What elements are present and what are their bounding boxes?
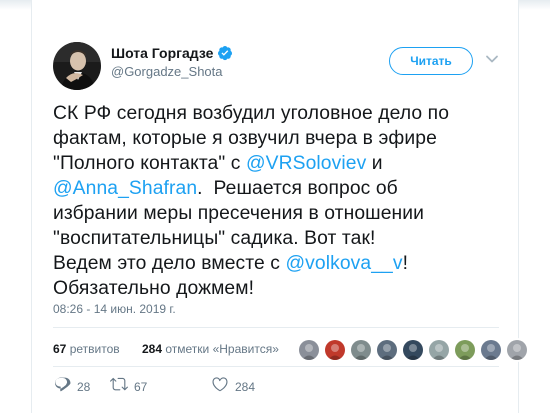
reply-count: 28 [77,379,91,394]
tweet-line: фактам, которые я озвучил вчера в эфире [53,126,505,151]
liker-avatar[interactable] [427,338,451,362]
retweets-count: 67 [53,342,67,356]
retweets-stat[interactable]: 67 ретвитов [53,342,120,356]
verified-badge-icon [217,45,233,61]
tweet-text-segment: СК РФ сегодня возбудил уголовное дело по [53,103,450,124]
liker-avatar[interactable] [349,338,373,362]
avatar[interactable] [53,42,101,90]
heart-icon [211,375,229,398]
likes-count: 284 [142,342,163,356]
author-display-name[interactable]: Шота Горгадзе [111,45,213,61]
tweet-text-segment: ! [402,253,409,274]
tweet-card: Шота Горгадзе @Gorgadze_Shota Читать СК … [31,0,529,413]
retweets-label: ретвитов [69,342,120,356]
retweet-count: 67 [134,379,148,394]
liker-avatar[interactable] [401,338,425,362]
reply-button[interactable]: 28 [53,375,90,398]
liker-avatar[interactable] [453,338,477,362]
author-name-row: Шота Горгадзе [111,45,233,61]
likes-stat[interactable]: 284 отметки «Нравится» [142,342,279,356]
liker-avatar[interactable] [297,338,321,362]
tweet-text-segment: избрании меры пресечения в отношении [53,203,425,224]
liker-avatars [297,338,529,362]
tweet-line: СК РФ сегодня возбудил уголовное дело по [53,101,505,126]
tweet-line: Обязательно дожмем! [53,276,505,301]
chevron-down-icon[interactable] [485,52,499,66]
tweet-text-segment: "воспитательницы" садика. Вот так! [53,228,376,249]
tweet-text-segment: и [366,153,383,174]
retweet-button[interactable]: 67 [110,375,147,398]
tweet-line: избрании меры пресечения в отношении [53,201,505,226]
liker-avatar[interactable] [505,338,529,362]
likes-label: отметки «Нравится» [165,342,279,356]
reply-icon [53,375,71,398]
retweet-icon [110,375,128,398]
engagement-stats: 67 ретвитов 284 отметки «Нравится» [53,338,529,362]
tweet-text-segment: Ведем это дело вместе с [53,253,286,274]
tweet-line: @Anna_Shafran. Решается вопрос об [53,176,505,201]
tweet-text-segment: . Решается вопрос об [197,178,398,199]
liker-avatar[interactable] [479,338,503,362]
page: Шота Горгадзе @Gorgadze_Shota Читать СК … [0,0,550,413]
divider [53,366,499,367]
tweet-text: СК РФ сегодня возбудил уголовное дело по… [53,101,505,301]
tweet-text-segment: "Полного контакта" с [53,153,246,174]
tweet-actions: 28 67 284 [53,375,499,395]
like-count: 284 [235,379,256,394]
tweet-timestamp[interactable]: 08:26 - 14 июн. 2019 г. [53,302,176,316]
author-handle[interactable]: @Gorgadze_Shota [111,64,223,79]
tweet-text-segment: Обязательно дожмем! [53,278,255,299]
like-button[interactable]: 284 [211,375,255,398]
divider [53,327,499,328]
mention-link[interactable]: @VRSoloviev [246,153,366,174]
tweet-line: "воспитательницы" садика. Вот так! [53,226,505,251]
mention-link[interactable]: @Anna_Shafran [53,178,197,199]
tweet-text-segment: фактам, которые я озвучил вчера в эфире [53,128,437,149]
tweet-line: Ведем это дело вместе с @volkova__v! [53,251,505,276]
tweet-line: "Полного контакта" с @VRSoloviev и [53,151,505,176]
liker-avatar[interactable] [323,338,347,362]
liker-avatar[interactable] [375,338,399,362]
follow-button[interactable]: Читать [389,47,473,75]
mention-link[interactable]: @volkova__v [285,253,402,274]
